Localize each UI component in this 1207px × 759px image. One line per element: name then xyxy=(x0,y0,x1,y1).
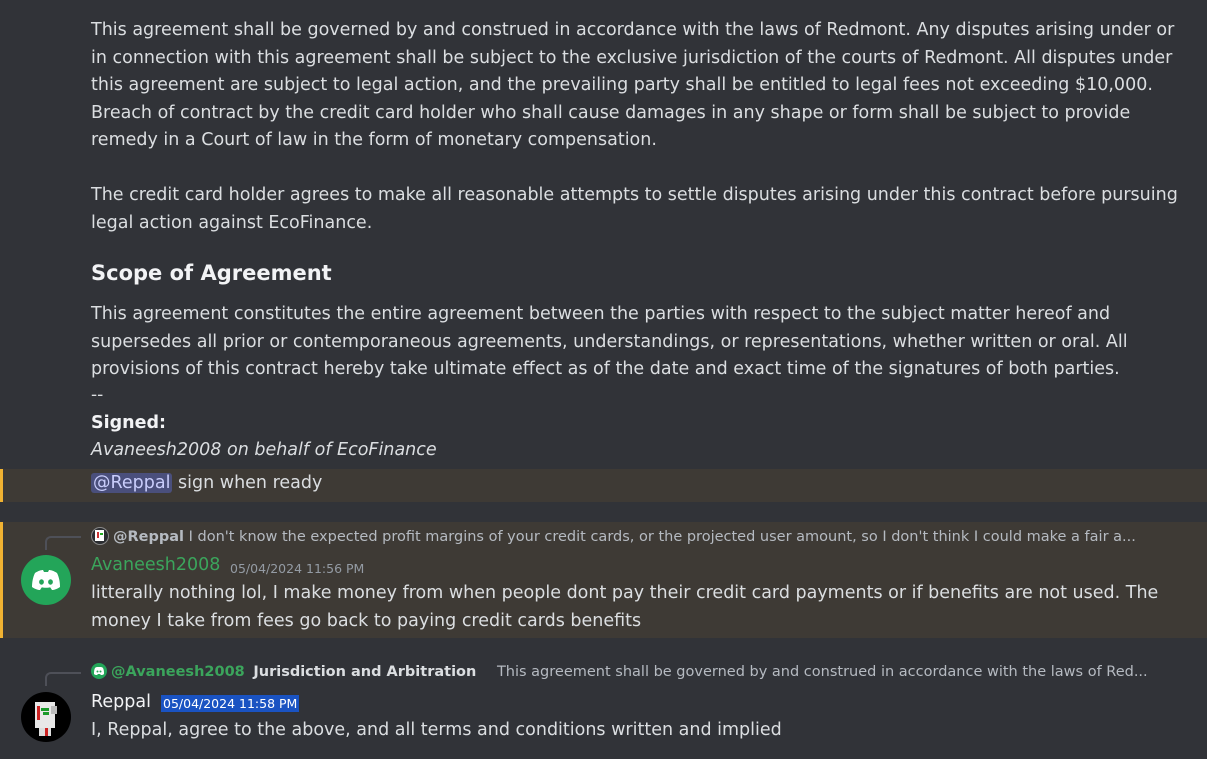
agreement-paragraph-jurisdiction: This agreement shall be governed by and … xyxy=(91,20,1175,150)
message-text: I, Reppal, agree to the above, and all t… xyxy=(91,720,782,740)
reply-preview-text: I don't know the expected profit margins… xyxy=(188,529,1136,545)
mention-line: @Reppal sign when ready xyxy=(91,473,322,493)
message-text: litterally nothing lol, I make money fro… xyxy=(91,583,1159,631)
signed-by-text: Avaneesh2008 on behalf of EcoFinance xyxy=(91,440,437,460)
reply-avatar-icon xyxy=(91,527,109,545)
reply-author[interactable]: @Reppal xyxy=(113,529,184,545)
discord-avatar-icon[interactable] xyxy=(21,555,71,605)
pixel-avatar-icon[interactable] xyxy=(21,692,71,742)
message-highlight-bar xyxy=(0,522,3,638)
mention-tail-text: sign when ready xyxy=(172,473,323,493)
reply-connector xyxy=(45,672,81,686)
mention-highlight-row: @Reppal sign when ready xyxy=(0,469,1207,502)
reply-title: Jurisdiction and Arbitration xyxy=(253,664,477,680)
message-timestamp[interactable]: 05/04/2024 11:58 PM xyxy=(161,695,300,712)
signed-label: Signed: xyxy=(91,413,166,433)
reply-avatar-discord-icon xyxy=(91,663,107,679)
message-author[interactable]: Reppal xyxy=(91,692,151,712)
reply-preview[interactable]: @Reppal I don't know the expected profit… xyxy=(91,527,1171,545)
reply-preview-text: This agreement shall be governed by and … xyxy=(496,664,1148,680)
reply-author[interactable]: @Avaneesh2008 xyxy=(111,664,245,680)
agreement-paragraph-disputes: The credit card holder agrees to make al… xyxy=(91,185,1178,233)
scope-heading: Scope of Agreement xyxy=(91,261,332,285)
reply-preview[interactable]: @Avaneesh2008 Jurisdiction and Arbitrati… xyxy=(91,663,1171,680)
separator-text: -- xyxy=(91,385,104,405)
user-mention[interactable]: @Reppal xyxy=(91,473,173,493)
message-avaneesh: @Reppal I don't know the expected profit… xyxy=(0,522,1207,638)
message-reppal: @Avaneesh2008 Jurisdiction and Arbitrati… xyxy=(0,658,1207,759)
message-timestamp[interactable]: 05/04/2024 11:56 PM xyxy=(230,561,364,576)
mention-highlight-bar xyxy=(0,469,3,502)
message-author[interactable]: Avaneesh2008 xyxy=(91,555,220,575)
reply-connector xyxy=(45,536,81,550)
agreement-paragraph-scope: This agreement constitutes the entire ag… xyxy=(91,304,1128,379)
